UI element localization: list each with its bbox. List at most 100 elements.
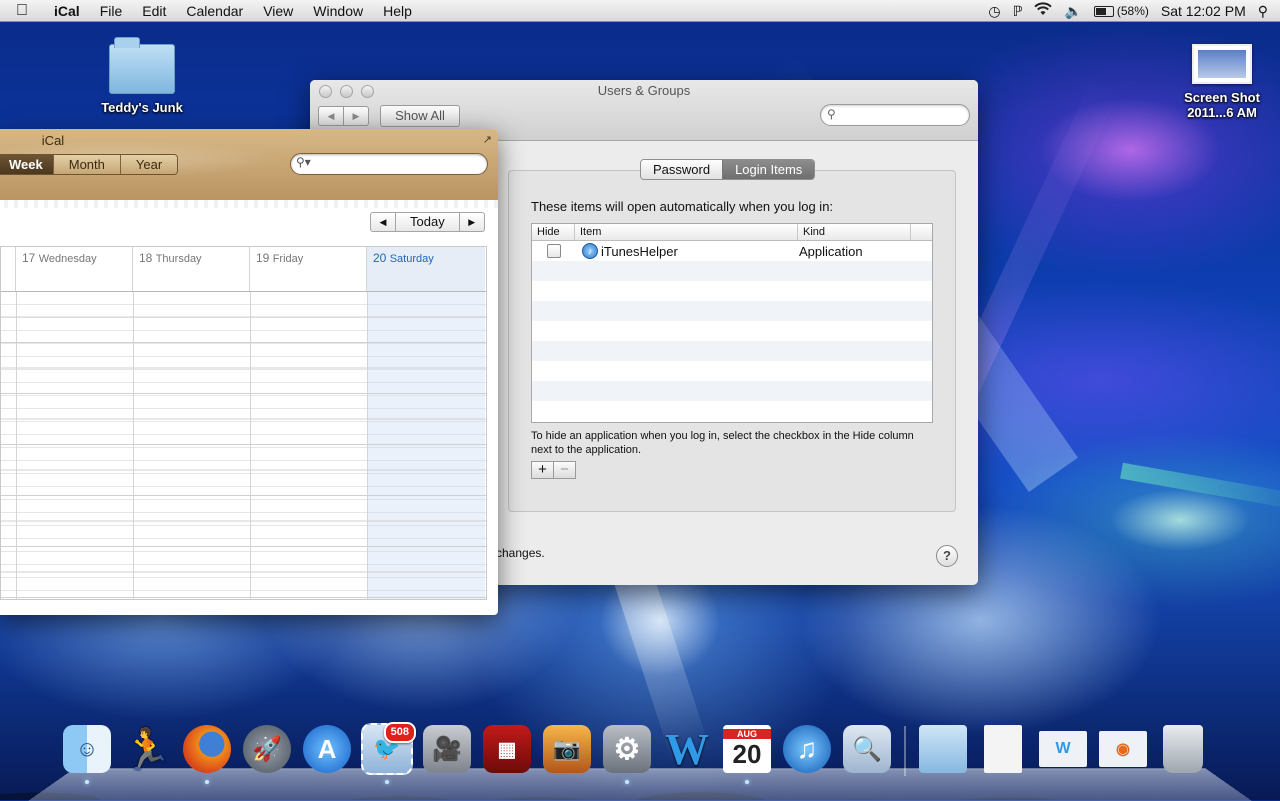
- time-machine-icon[interactable]: ◷: [988, 0, 1000, 22]
- dock-preview[interactable]: 🔍: [840, 722, 894, 776]
- dock-ical[interactable]: AUG 20: [720, 722, 774, 784]
- table-row-empty: [532, 361, 932, 381]
- day-header-today[interactable]: 20 Saturday: [367, 247, 485, 291]
- table-row-empty: [532, 401, 932, 421]
- ical-window-title: iCal: [41, 133, 65, 148]
- day-header[interactable]: 17 Wednesday: [16, 247, 133, 291]
- menu-file[interactable]: File: [90, 0, 133, 22]
- menu-calendar[interactable]: Calendar: [176, 0, 253, 22]
- document-icon: [984, 725, 1022, 773]
- dock-app-store[interactable]: A: [300, 722, 354, 776]
- desktop-folder-label: Teddy's Junk: [101, 100, 183, 115]
- dock-system-preferences[interactable]: ⚙: [600, 722, 654, 784]
- menu-window[interactable]: Window: [303, 0, 373, 22]
- battery-status[interactable]: (58%): [1093, 0, 1149, 22]
- ical-search-input[interactable]: ⚲▾: [290, 153, 488, 175]
- column-header-kind[interactable]: Kind: [797, 224, 910, 240]
- remove-item-button[interactable]: −: [553, 462, 575, 478]
- minimized-window-icon: W: [1039, 731, 1087, 767]
- login-items-panel: These items will open automatically when…: [508, 170, 956, 512]
- wifi-icon[interactable]: [1034, 0, 1053, 22]
- dock-documents-stack[interactable]: [976, 722, 1030, 776]
- folder-stack-icon: [919, 725, 967, 773]
- dock-word[interactable]: W: [660, 722, 714, 776]
- finder-icon: ☺: [63, 725, 111, 773]
- add-item-button[interactable]: +: [532, 462, 553, 478]
- dock-facetime[interactable]: 🎥: [420, 722, 474, 776]
- ical-toolbar: iCal ↗ Week Month Year ⚲▾: [0, 129, 498, 208]
- light-beam: [1120, 462, 1280, 514]
- iphoto-icon: 📷: [543, 725, 591, 773]
- column-divider: [250, 292, 251, 599]
- dock-launchpad[interactable]: 🚀: [240, 722, 294, 776]
- ical-icon-day: 20: [732, 738, 762, 769]
- prefs-search-input[interactable]: ⚲: [820, 104, 970, 126]
- previous-week-icon[interactable]: ◀: [371, 213, 395, 231]
- photo-booth-icon: ▦: [483, 725, 531, 773]
- tab-password[interactable]: Password: [641, 160, 723, 179]
- day-header[interactable]: 19 Friday: [250, 247, 367, 291]
- running-indicator: [385, 780, 389, 784]
- table-row-empty: [532, 341, 932, 361]
- dock-minimized-firefox-window[interactable]: ◉: [1096, 722, 1150, 776]
- apple-logo-icon[interactable]: : [0, 2, 44, 20]
- forward-arrow-icon[interactable]: ▶: [343, 107, 368, 125]
- hour-grid[interactable]: [1, 292, 486, 599]
- help-button[interactable]: ?: [936, 545, 958, 567]
- menu-help[interactable]: Help: [373, 0, 422, 22]
- column-header-filler: [910, 224, 932, 240]
- view-week-button[interactable]: Week: [0, 155, 53, 174]
- dock-trash[interactable]: [1156, 722, 1210, 776]
- tab-login-items[interactable]: Login Items: [722, 160, 815, 179]
- table-row[interactable]: ♪ iTunesHelper Application: [532, 241, 932, 261]
- view-year-button[interactable]: Year: [119, 155, 178, 174]
- view-month-button[interactable]: Month: [52, 155, 120, 174]
- today-button[interactable]: Today: [395, 213, 460, 231]
- menu-edit[interactable]: Edit: [132, 0, 176, 22]
- itunes-note-icon: ♫: [783, 725, 831, 773]
- desktop-folder[interactable]: Teddy's Junk: [96, 37, 188, 115]
- running-indicator: [205, 780, 209, 784]
- table-row-empty: [532, 281, 932, 301]
- time-gutter-header: [1, 247, 16, 291]
- column-header-hide[interactable]: Hide: [532, 224, 574, 240]
- menu-app-name[interactable]: iCal: [44, 0, 90, 22]
- screenshot-label-line1: Screen Shot: [1184, 90, 1260, 105]
- facetime-camera-icon: 🎥: [423, 725, 471, 773]
- dock-minimized-word-window[interactable]: W: [1036, 722, 1090, 776]
- dock-aim[interactable]: 🏃: [120, 722, 174, 776]
- search-icon: ⚲▾: [296, 155, 311, 169]
- menu-clock[interactable]: Sat 12:02 PM: [1161, 0, 1246, 22]
- hide-hint-text: To hide an application when you log in, …: [531, 430, 914, 456]
- spotlight-search-icon[interactable]: ⚲: [1258, 0, 1268, 22]
- dock-photo-booth[interactable]: ▦: [480, 722, 534, 776]
- dock-applications-stack[interactable]: [916, 722, 970, 776]
- battery-icon: [1093, 5, 1114, 17]
- fullscreen-icon[interactable]: ↗: [483, 133, 492, 146]
- hide-checkbox[interactable]: [547, 244, 561, 258]
- dock-finder[interactable]: ☺: [60, 722, 114, 784]
- firefox-icon: [183, 725, 231, 773]
- menu-view[interactable]: View: [253, 0, 303, 22]
- volume-icon[interactable]: 🔈: [1064, 0, 1081, 22]
- date-navigation: ◀ Today ▶: [370, 212, 485, 232]
- next-week-icon[interactable]: ▶: [460, 213, 484, 231]
- dock-iphoto[interactable]: 📷: [540, 722, 594, 776]
- dock-mail[interactable]: 🐦 508: [360, 722, 416, 784]
- desktop-screenshot-file[interactable]: Screen Shot 2011...6 AM: [1176, 44, 1268, 120]
- search-icon: ⚲: [827, 107, 836, 121]
- back-arrow-icon[interactable]: ◀: [319, 107, 343, 125]
- column-divider: [367, 292, 368, 599]
- dock-firefox[interactable]: [180, 722, 234, 784]
- day-header[interactable]: 18 Thursday: [133, 247, 250, 291]
- column-header-item[interactable]: Item: [574, 224, 797, 240]
- show-all-button[interactable]: Show All: [380, 105, 460, 127]
- bluetooth-icon[interactable]: ℙ: [1013, 0, 1023, 22]
- day-header-row: 17 Wednesday 18 Thursday 19 Friday 20 Sa…: [1, 247, 486, 292]
- dock-itunes[interactable]: ♫: [780, 722, 834, 776]
- table-header: Hide Item Kind: [532, 224, 932, 241]
- launchpad-rocket-icon: 🚀: [243, 725, 291, 773]
- word-w-icon: W: [665, 724, 709, 774]
- menu-extras: ◷ ℙ 🔈 (58%) Sat 12:02 PM ⚲: [982, 0, 1280, 22]
- screenshot-label-line2: 2011...6 AM: [1187, 105, 1257, 120]
